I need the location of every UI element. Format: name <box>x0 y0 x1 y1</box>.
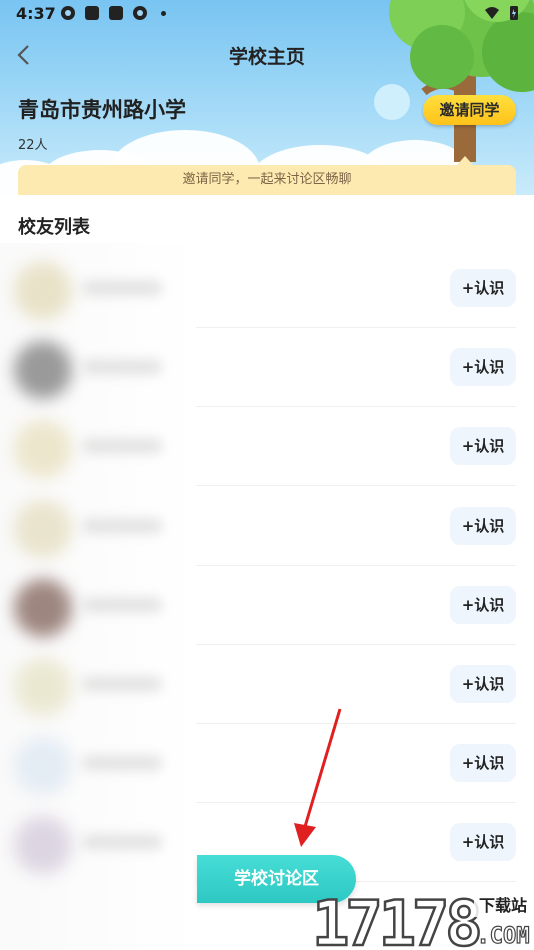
avatar <box>14 500 72 558</box>
status-bar: 4:37 <box>0 0 534 28</box>
blurred-name <box>82 281 162 295</box>
add-friend-button[interactable]: +认识 <box>450 586 516 624</box>
alumni-list-title: 校友列表 <box>18 217 90 238</box>
add-friend-button[interactable]: +认识 <box>450 348 516 386</box>
list-item: +认识 <box>0 724 534 803</box>
blurred-name <box>82 519 162 533</box>
aperture-icon <box>61 6 75 20</box>
app-square-icon <box>109 6 123 20</box>
blurred-name <box>82 439 162 453</box>
avatar <box>14 816 72 874</box>
header-banner: 4:37 学校主页 青岛市贵州路小学 22人 邀请同学 邀请同学，一起来讨论区畅… <box>0 0 534 195</box>
add-friend-button[interactable]: +认识 <box>450 665 516 703</box>
notification-dot-icon <box>161 11 166 16</box>
invite-tip-banner: 邀请同学，一起来讨论区畅聊 <box>18 165 516 195</box>
list-item: +认识 <box>0 645 534 724</box>
avatar <box>14 658 72 716</box>
add-friend-button[interactable]: +认识 <box>450 507 516 545</box>
add-friend-button[interactable]: +认识 <box>450 823 516 861</box>
tip-pointer <box>457 156 473 165</box>
add-friend-button[interactable]: +认识 <box>450 269 516 307</box>
add-friend-button[interactable]: +认识 <box>450 744 516 782</box>
blurred-name <box>82 677 162 691</box>
watermark-site-cn: 下载站 <box>479 896 527 915</box>
battery-icon <box>510 6 518 20</box>
wifi-icon <box>485 7 499 19</box>
list-item: +认识 <box>0 566 534 645</box>
list-item: +认识 <box>0 487 534 566</box>
avatar <box>14 420 72 478</box>
avatar <box>14 579 72 637</box>
list-item: +认识 <box>0 328 534 407</box>
school-name: 青岛市贵州路小学 <box>18 98 186 122</box>
aperture-icon <box>133 6 147 20</box>
avatar <box>14 262 72 320</box>
watermark-number: 17178 <box>312 887 479 950</box>
list-item: +认识 <box>0 249 534 328</box>
page-title: 学校主页 <box>228 46 305 68</box>
invite-classmates-button[interactable]: 邀请同学 <box>423 95 516 125</box>
app-square-icon <box>85 6 99 20</box>
watermark-site-en: .COM <box>477 924 530 949</box>
site-watermark: 17178 下载站 .COM <box>312 886 532 950</box>
avatar <box>14 341 72 399</box>
list-item: +认识 <box>0 407 534 486</box>
blurred-name <box>82 360 162 374</box>
add-friend-button[interactable]: +认识 <box>450 427 516 465</box>
blurred-name <box>82 835 162 849</box>
member-count: 22人 <box>18 138 48 153</box>
avatar <box>14 737 72 795</box>
red-arrow-annotation <box>294 708 342 847</box>
blurred-name <box>82 756 162 770</box>
divider <box>196 485 516 486</box>
status-time: 4:37 <box>16 4 56 23</box>
blurred-name <box>82 598 162 612</box>
